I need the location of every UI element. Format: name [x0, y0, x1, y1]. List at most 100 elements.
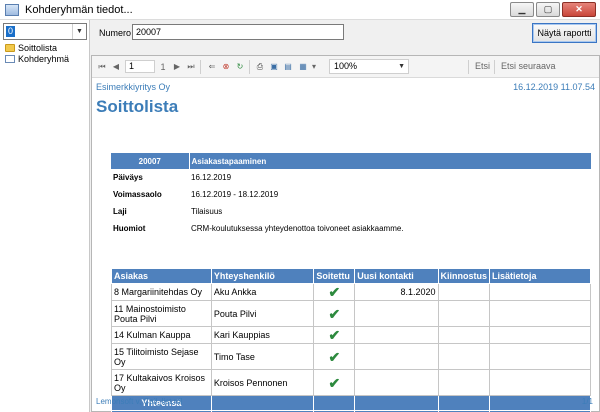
stop-icon[interactable]: ⊗ — [220, 60, 232, 73]
report-toolbar: ⏮ ◀ 1 1 ▶ ⏭ ⇐ ⊗ ↻ ⎙ ▣ ▤ ▦ ▾ 100% ▼ Etsi … — [92, 56, 599, 78]
numero-input[interactable] — [132, 24, 344, 40]
new-contact-cell — [354, 343, 439, 370]
contact-cell: Pouta Pilvi — [210, 300, 315, 327]
detail-label: Voimassaolo — [113, 190, 162, 199]
contact-cell: Timo Tase — [210, 343, 315, 370]
interest-cell — [437, 326, 491, 344]
report-footer-page: 1/1 — [581, 397, 593, 406]
campaign-number: 20007 — [111, 153, 190, 169]
totals-label-row: Yhteensä — [111, 395, 591, 411]
tree-item-kohderyhma[interactable]: Kohderyhmä — [5, 53, 69, 64]
page-input[interactable]: 1 — [125, 60, 155, 73]
checkmark-icon: ✔ — [313, 326, 356, 344]
separator — [468, 60, 469, 74]
table-header-row: Asiakas Yhteyshenkilö Soitettu Uusi kont… — [111, 268, 591, 284]
detail-row: Huomiot CRM-koulutuksessa yhteydenottoa … — [111, 220, 591, 237]
customer-cell: 15 Tilitoimisto Sejase Oy — [111, 343, 212, 370]
combo-value: 0 — [6, 26, 15, 37]
tree-item-label: Kohderyhmä — [18, 53, 70, 64]
customer-cell: 8 Margariinitehdas Oy — [111, 283, 212, 301]
zoom-select[interactable]: 100% ▼ — [329, 59, 409, 74]
close-icon[interactable]: ✕ — [562, 2, 596, 17]
chevron-down-icon[interactable]: ▼ — [72, 24, 86, 39]
new-contact-cell — [354, 326, 439, 344]
notes-cell — [489, 343, 591, 370]
column-header: Soitettu — [313, 268, 356, 284]
contact-cell: Aku Ankka — [210, 283, 315, 301]
print-icon[interactable]: ⎙ — [254, 60, 266, 73]
first-page-icon[interactable]: ⏮ — [96, 60, 108, 73]
report-footer-source: Lemonsoft v, Call_list.rdl — [96, 397, 183, 406]
column-header: Kiinnostus — [437, 268, 491, 284]
contact-cell: Kroisos Pennonen — [210, 369, 315, 396]
next-page-icon[interactable]: ▶ — [171, 60, 183, 73]
detail-label: Laji — [113, 207, 127, 216]
tree: Soittolista Kohderyhmä — [5, 42, 69, 64]
export-dropdown-icon[interactable]: ▾ — [308, 60, 320, 73]
previous-page-icon[interactable]: ◀ — [110, 60, 122, 73]
page-total: 1 — [160, 61, 166, 72]
maximize-icon[interactable]: ▢ — [536, 2, 560, 17]
numero-label: Numero — [99, 28, 132, 38]
tree-item-soittolista[interactable]: Soittolista — [5, 42, 69, 53]
show-report-button[interactable]: Näytä raportti — [532, 23, 597, 43]
column-header: Yhteyshenkilö — [210, 268, 315, 284]
detail-row: Päiväys 16.12.2019 — [111, 169, 591, 186]
call-list-table: Asiakas Yhteyshenkilö Soitettu Uusi kont… — [111, 268, 591, 412]
interest-cell — [437, 283, 491, 301]
new-contact-cell — [354, 300, 439, 327]
column-header: Uusi kontakti — [354, 268, 439, 284]
sidebar: 0 ▼ Soittolista Kohderyhmä — [0, 20, 90, 412]
page-setup-icon[interactable]: ▤ — [282, 60, 294, 73]
interest-cell — [437, 343, 491, 370]
document-icon — [5, 54, 15, 63]
new-contact-cell — [354, 369, 439, 396]
report-title: Soittolista — [96, 97, 179, 116]
contact-cell: Kari Kauppias — [210, 326, 315, 344]
print-layout-icon[interactable]: ▣ — [268, 60, 280, 73]
customer-cell: 14 Kulman Kauppa — [111, 326, 212, 344]
notes-cell — [489, 369, 591, 396]
detail-value: 16.12.2019 — [191, 173, 232, 182]
campaign-name: Asiakastapaaminen — [189, 153, 591, 169]
find-next-link[interactable]: Etsi seuraava — [501, 61, 556, 71]
interest-cell — [437, 369, 491, 396]
refresh-icon[interactable]: ↻ — [234, 60, 246, 73]
back-icon[interactable]: ⇐ — [206, 60, 218, 73]
table-row: 11 Mainostoimisto Pouta Pilvi Pouta Pilv… — [111, 300, 591, 327]
new-contact-cell: 8.1.2020 — [354, 283, 439, 301]
campaign-header: 20007 Asiakastapaaminen — [111, 153, 591, 169]
notes-cell — [489, 283, 591, 301]
column-header: Asiakas — [111, 268, 212, 284]
minimize-icon[interactable]: ▁ — [510, 2, 534, 17]
report-viewer: ⏮ ◀ 1 1 ▶ ⏭ ⇐ ⊗ ↻ ⎙ ▣ ▤ ▦ ▾ 100% ▼ Etsi … — [91, 55, 600, 412]
table-row: 8 Margariinitehdas Oy Aku Ankka ✔ 8.1.20… — [111, 283, 591, 301]
detail-row: Laji Tilaisuus — [111, 203, 591, 220]
detail-label: Huomiot — [113, 224, 146, 233]
window-controls: ▁ ▢ ✕ — [510, 2, 596, 17]
find-link[interactable]: Etsi — [475, 61, 490, 71]
checkmark-icon: ✔ — [313, 300, 356, 327]
group-combo[interactable]: 0 ▼ — [3, 23, 87, 40]
checkmark-icon: ✔ — [313, 283, 356, 301]
checkmark-icon: ✔ — [313, 369, 356, 396]
last-page-icon[interactable]: ⏭ — [185, 60, 197, 73]
detail-label: Päiväys — [113, 173, 143, 182]
notes-cell — [489, 300, 591, 327]
app-icon — [5, 3, 19, 16]
campaign-details: 20007 Asiakastapaaminen Päiväys 16.12.20… — [111, 153, 591, 237]
checkmark-icon: ✔ — [313, 343, 356, 370]
table-row: 14 Kulman Kauppa Kari Kauppias ✔ — [111, 326, 591, 344]
customer-cell: 17 Kultakaivos Kroisos Oy — [111, 369, 212, 396]
window-title: Kohderyhmän tiedot... — [25, 3, 133, 16]
zoom-value: 100% — [334, 61, 358, 71]
detail-value: 16.12.2019 - 18.12.2019 — [191, 190, 279, 199]
separator — [200, 60, 201, 74]
main-pane: Numero Näytä raportti ⏮ ◀ 1 1 ▶ ⏭ ⇐ ⊗ ↻ … — [91, 20, 600, 412]
detail-value: CRM-koulutuksessa yhteydenottoa toivonee… — [191, 224, 404, 233]
separator — [249, 60, 250, 74]
detail-row: Voimassaolo 16.12.2019 - 18.12.2019 — [111, 186, 591, 203]
chevron-down-icon: ▼ — [398, 63, 405, 70]
table-row: 15 Tilitoimisto Sejase Oy Timo Tase ✔ — [111, 343, 591, 370]
interest-cell — [437, 300, 491, 327]
